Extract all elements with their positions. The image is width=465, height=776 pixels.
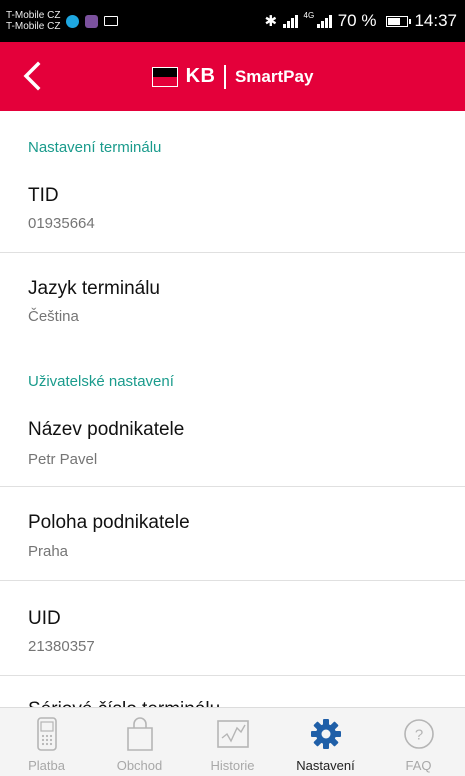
business-name-label: Název podnikatele — [28, 419, 185, 440]
tab-obchod[interactable]: Obchod — [93, 708, 186, 776]
business-name-value: Petr Pavel — [28, 451, 98, 468]
carrier-2: T-Mobile CZ — [6, 21, 61, 32]
signal-icon-2 — [317, 14, 332, 28]
tab-label-faq: FAQ — [405, 758, 432, 773]
business-location-value: Praha — [28, 543, 69, 560]
tab-nastaveni[interactable]: Nastavení — [279, 708, 372, 776]
gear-icon — [309, 716, 343, 752]
skype-icon — [66, 14, 80, 28]
bluetooth-icon: ✱ — [264, 13, 278, 30]
shopping-bag-icon — [123, 716, 157, 752]
chevron-left-icon — [23, 61, 41, 91]
section-title-terminal: Nastavení terminálu — [28, 139, 162, 156]
svg-text:?: ? — [414, 727, 422, 744]
notification-icons — [66, 14, 119, 28]
signal-icon — [283, 14, 298, 28]
tab-label-platba: Platba — [28, 758, 65, 773]
brand-logo: KB SmartPay — [151, 64, 314, 89]
bottom-navigation: Platba Obchod Historie Nastavení ? FAQ — [0, 707, 465, 776]
battery-percent: 70 % — [337, 11, 377, 30]
setting-item-tid[interactable]: TID 01935664 — [0, 173, 465, 253]
viber-icon — [85, 14, 99, 28]
tab-label-nastaveni: Nastavení — [296, 758, 355, 773]
tab-faq[interactable]: ? FAQ — [372, 708, 465, 776]
app-name: SmartPay — [234, 66, 314, 86]
brand-divider — [224, 64, 226, 89]
battery-icon — [386, 15, 412, 27]
business-location-label: Poloha podnikatele — [28, 512, 190, 533]
question-icon: ? — [402, 716, 436, 752]
setting-item-business-location[interactable]: Poloha podnikatele Praha — [0, 488, 465, 581]
carrier-info: T-Mobile CZ T-Mobile CZ — [6, 10, 60, 32]
setting-item-uid[interactable]: UID 21380357 — [0, 582, 465, 676]
tab-label-historie: Historie — [210, 758, 255, 773]
tab-label-obchod: Obchod — [116, 758, 163, 773]
phone-terminal-icon — [30, 716, 64, 752]
setting-item-business-name[interactable]: Název podnikatele Petr Pavel — [0, 405, 465, 487]
setting-item-language[interactable]: Jazyk terminálu Čeština — [0, 254, 465, 354]
serial-label: Sériové číslo terminálu — [28, 699, 220, 707]
tid-label: TID — [28, 185, 59, 206]
back-button[interactable] — [22, 58, 52, 94]
clock: 14:37 — [414, 11, 457, 30]
settings-list: Nastavení terminálu TID 01935664 Jazyk t… — [0, 111, 465, 707]
carrier-1: T-Mobile CZ — [6, 10, 61, 21]
language-value: Čeština — [28, 308, 79, 325]
uid-label: UID — [28, 608, 61, 629]
chart-icon — [216, 716, 250, 752]
mail-icon — [104, 16, 119, 26]
tid-value: 01935664 — [28, 215, 95, 232]
logo-text: KB — [185, 65, 216, 87]
status-right: ✱ 4G 70 % 14:37 — [264, 11, 457, 31]
setting-item-serial[interactable]: Sériové číslo terminálu — [0, 677, 465, 707]
app-header: KB SmartPay — [0, 42, 465, 111]
section-title-user: Uživatelské nastavení — [28, 373, 174, 390]
tab-historie[interactable]: Historie — [186, 708, 279, 776]
kb-logo-icon — [151, 66, 178, 87]
language-label: Jazyk terminálu — [28, 278, 160, 299]
uid-value: 21380357 — [28, 638, 95, 655]
tab-platba[interactable]: Platba — [0, 708, 93, 776]
network-type: 4G — [303, 10, 315, 20]
status-bar: T-Mobile CZ T-Mobile CZ ✱ 4G 70 % 14:37 — [0, 0, 465, 42]
